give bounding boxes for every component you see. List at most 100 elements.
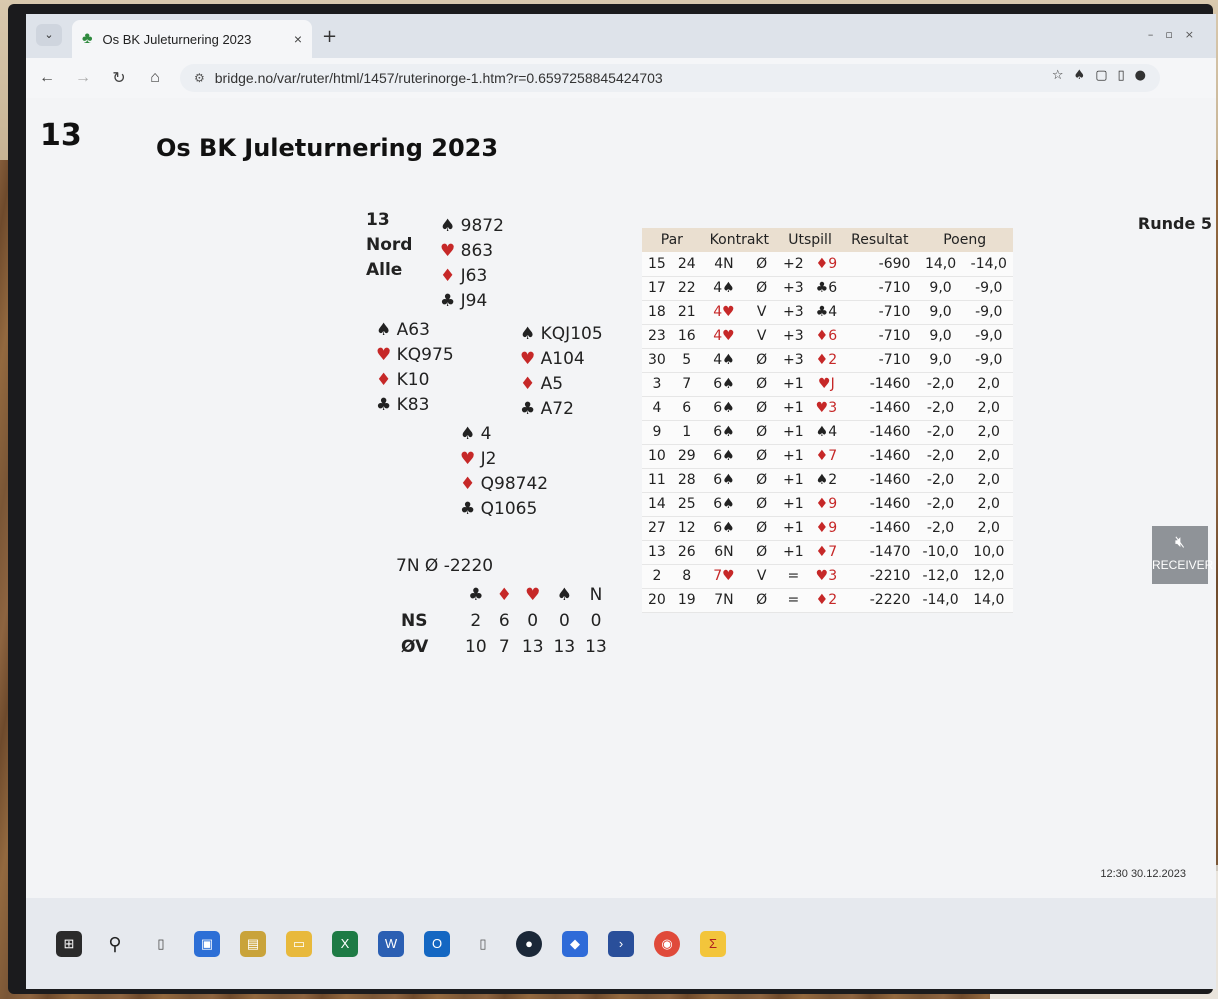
suit-symbol-icon: ♦	[440, 266, 456, 286]
web-page: 13 Os BK Juleturnering 2023 Runde 5 13 N…	[26, 98, 1216, 898]
results-body: 15 24 4N Ø +2 ♦9 -690 14,0 -14,0 17 22 4♠ Ø +3 ♣6 -710 9…	[642, 252, 1013, 613]
tray-time: 12:30	[1100, 868, 1128, 880]
cell-declarer: Ø	[746, 492, 777, 517]
cell-points-ov: -14,0	[964, 252, 1013, 277]
west-suit-line: ♠ A63	[376, 320, 454, 345]
cell-score: -1460	[843, 372, 917, 397]
cell-score: -1460	[843, 396, 917, 421]
cell-contract: 6♠	[701, 468, 747, 493]
suit-cards: 9872	[455, 216, 504, 236]
dd-label-ov: ØV	[401, 637, 429, 657]
excel-icon[interactable]: X	[332, 930, 358, 957]
tab-search-icon[interactable]: ⌄	[36, 24, 62, 46]
cell-pair-ns: 13	[642, 540, 672, 565]
system-tray[interactable]: 12:30 30.12.2023	[1100, 868, 1186, 880]
cell-declarer: Ø	[746, 468, 777, 493]
cell-points-ns: -2,0	[916, 396, 965, 421]
cell-score: -1460	[843, 492, 917, 517]
suit-cards: KQ975	[391, 345, 454, 365]
tray-date: 30.12.2023	[1130, 868, 1186, 880]
cell-pair-ov: 1	[671, 420, 702, 445]
cell-points-ns: -14,0	[916, 588, 965, 613]
cell-contract: 4♥	[701, 300, 747, 325]
cell-declarer: Ø	[746, 372, 777, 397]
back-arrow-icon[interactable]: ←	[32, 69, 62, 87]
powershell-icon[interactable]: ›	[608, 930, 634, 957]
cell-points-ov: 2,0	[964, 444, 1013, 469]
cell-lead: ♣6	[809, 276, 844, 301]
deal-info: 13 Nord Alle	[366, 210, 412, 285]
sigma-app-icon[interactable]: Σ	[700, 930, 726, 957]
word-icon[interactable]: W	[378, 930, 404, 957]
table-row: 15 24 4N Ø +2 ♦9 -690 14,0 -14,0	[642, 252, 1013, 277]
header-utspill: Utspill	[777, 228, 844, 252]
cell-score: -2210	[843, 564, 917, 589]
cell-declarer: Ø	[746, 420, 777, 445]
home-icon[interactable]: ⌂	[140, 69, 170, 87]
cell-points-ov: 10,0	[964, 540, 1013, 565]
cell-score: -2220	[843, 588, 917, 613]
dd-cell: 2	[470, 611, 482, 631]
mouse-icon[interactable]: ▯	[470, 931, 496, 957]
header-resultat: Resultat	[843, 228, 917, 252]
dd-cell: 6	[498, 611, 510, 631]
cell-declarer: Ø	[746, 252, 777, 277]
suit-symbol-icon: ♥	[440, 241, 456, 261]
suit-symbol-icon: ♠	[376, 320, 392, 340]
cell-points-ov: 2,0	[964, 420, 1013, 445]
table-row: 20 19 7N Ø = ♦2 -2220 -14,0 14,0	[642, 588, 1013, 613]
new-tab-button[interactable]: +	[322, 26, 337, 47]
cell-tricks: +3	[777, 348, 810, 373]
cell-lead: ♦9	[809, 252, 844, 277]
cell-score: -1470	[843, 540, 917, 565]
receiver-button[interactable]: 🔇︎ RECEIVER	[1152, 526, 1213, 584]
suit-symbol-icon: ♠	[460, 424, 476, 444]
search-icon[interactable]: ⚲	[102, 931, 128, 957]
cell-lead: ♦9	[809, 492, 844, 517]
dd-header-row: ♣ ♦ ♥ ♠ N	[396, 582, 612, 608]
cell-points-ov: -9,0	[964, 300, 1013, 325]
cell-score: -710	[843, 300, 917, 325]
cell-score: -1460	[843, 468, 917, 493]
cell-points-ns: -2,0	[916, 492, 965, 517]
site-info-icon[interactable]: ⚙	[194, 71, 205, 85]
cell-points-ns: -10,0	[916, 540, 965, 565]
steam-icon[interactable]: ●	[516, 930, 542, 957]
photos-icon[interactable]: ▤	[240, 930, 266, 957]
deal-board: 13	[366, 210, 390, 230]
suit-cards: 4	[475, 424, 492, 444]
cell-declarer: V	[746, 300, 777, 325]
cell-tricks: +1	[777, 492, 810, 517]
reload-icon[interactable]: ↻	[104, 68, 134, 88]
tab-close-icon[interactable]: ×	[294, 31, 302, 47]
browser-tab[interactable]: ♣ Os BK Juleturnering 2023 ×	[72, 20, 312, 58]
task-view-icon[interactable]: ▯	[148, 931, 174, 957]
cell-lead: ♦7	[809, 444, 844, 469]
taskbar: ⊞ ⚲ ▯ ▣ ▤ ▭ X W O ▯ ● ◆ › ◉ Σ	[26, 898, 1216, 989]
cell-declarer: Ø	[746, 516, 777, 541]
address-bar[interactable]: ⚙ bridge.no/var/ruter/html/1457/ruterino…	[180, 64, 1160, 92]
cell-points-ns: 9,0	[916, 348, 965, 373]
chrome-icon[interactable]: ◉	[654, 930, 680, 957]
cell-contract: 4♥	[701, 324, 747, 349]
cell-score: -690	[843, 252, 917, 277]
cell-declarer: V	[746, 324, 777, 349]
monitor-bezel: ⌄ ♣ Os BK Juleturnering 2023 × + –▫× ← →…	[8, 4, 1216, 994]
dd-header-notrump: N	[589, 585, 603, 605]
windows-start-icon[interactable]: ⊞	[56, 930, 82, 957]
outlook-icon[interactable]: O	[424, 930, 450, 957]
cell-pair-ov: 7	[671, 372, 702, 397]
window-controls[interactable]: –▫×	[1148, 28, 1206, 41]
table-row: 4 6 6♠ Ø +1 ♥3 -1460 -2,0 2,0	[642, 396, 1013, 421]
cell-pair-ns: 9	[642, 420, 672, 445]
cell-contract: 7N	[701, 588, 747, 613]
app-icon[interactable]: ◆	[562, 930, 588, 957]
cell-tricks: =	[777, 564, 810, 589]
file-explorer-icon[interactable]: ▭	[286, 930, 312, 957]
cell-pair-ns: 10	[642, 444, 672, 469]
forward-arrow-icon[interactable]: →	[68, 69, 98, 87]
cell-points-ns: -2,0	[916, 516, 965, 541]
store-icon[interactable]: ▣	[194, 930, 220, 957]
cell-pair-ns: 3	[642, 372, 672, 397]
browser-toolbar-icons[interactable]: ☆♠▢▯●	[1052, 68, 1156, 83]
